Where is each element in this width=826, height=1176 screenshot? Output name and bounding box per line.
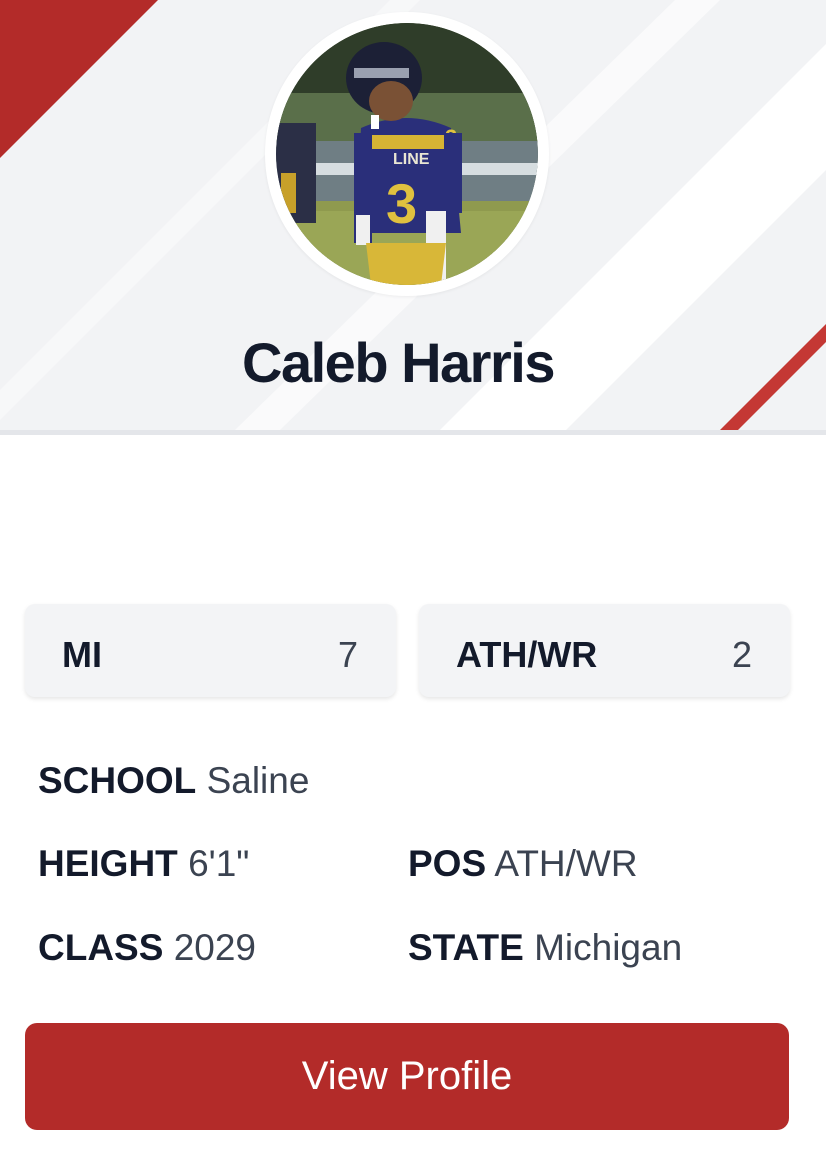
position-rank-label: ATH/WR — [456, 634, 598, 675]
header-divider — [0, 430, 826, 435]
avatar-frame: LINE 3 3 — [265, 12, 549, 296]
photo-jersey-number: 3 — [386, 172, 417, 235]
position-value: ATH/WR — [494, 843, 638, 884]
state-rank-label: MI — [62, 634, 102, 675]
height-row: HEIGHT 6'1" — [38, 843, 249, 885]
height-value: 6'1" — [188, 843, 250, 884]
position-label: POS — [408, 843, 487, 884]
class-row: CLASS 2029 — [38, 927, 256, 969]
player-avatar[interactable]: LINE 3 3 — [276, 23, 538, 285]
school-label: SCHOOL — [38, 760, 197, 801]
state-value: Michigan — [534, 927, 683, 968]
height-label: HEIGHT — [38, 843, 178, 884]
state-rank-card: MI 7 — [25, 604, 396, 697]
view-profile-button[interactable]: View Profile — [25, 1023, 789, 1130]
school-row: SCHOOL Saline — [38, 760, 309, 802]
player-name: Caleb Harris — [242, 331, 555, 394]
state-label: STATE — [408, 927, 524, 968]
position-row: POS ATH/WR — [408, 843, 638, 885]
position-rank-value: 2 — [731, 634, 752, 675]
position-rank-card: ATH/WR 2 — [419, 604, 790, 697]
class-value: 2029 — [173, 927, 256, 968]
class-label: CLASS — [38, 927, 164, 968]
school-value: Saline — [206, 760, 310, 801]
state-rank-value: 7 — [337, 634, 358, 675]
state-row: STATE Michigan — [408, 927, 682, 969]
photo-jersey-text: LINE — [393, 151, 430, 168]
